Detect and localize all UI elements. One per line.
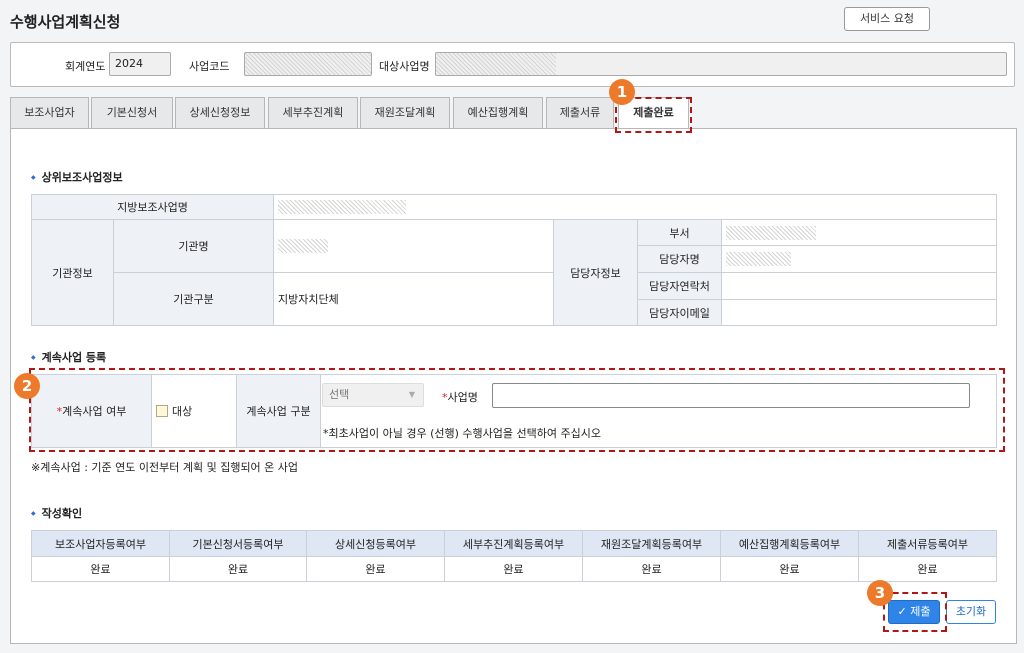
confirm-section-title: 작성확인 bbox=[31, 505, 82, 521]
tab-funding-plan[interactable]: 재원조달계획 bbox=[360, 97, 450, 128]
confirm-header: 예산집행계획등록여부 bbox=[720, 530, 859, 557]
confirm-value: 완료 bbox=[858, 556, 997, 582]
org-name-label: 기관명 bbox=[113, 219, 274, 273]
manager-name-value bbox=[721, 245, 997, 273]
org-type-label: 기관구분 bbox=[113, 272, 274, 326]
step-marker-3: 3 bbox=[867, 580, 893, 606]
tab-basic-application[interactable]: 기본신청서 bbox=[91, 97, 173, 128]
confirm-header: 기본신청서등록여부 bbox=[169, 530, 307, 557]
tab-documents[interactable]: 제출서류 bbox=[546, 97, 614, 128]
confirm-header: 보조사업자등록여부 bbox=[31, 530, 170, 557]
target-field[interactable] bbox=[435, 52, 1007, 76]
upper-section-title: 상위보조사업정보 bbox=[31, 169, 123, 185]
highlight-box-continuation bbox=[29, 368, 1005, 452]
email-label: 담당자이메일 bbox=[637, 299, 722, 326]
year-label: 회계연도 bbox=[65, 60, 106, 73]
confirm-value: 완료 bbox=[31, 556, 170, 582]
confirm-header: 제출서류등록여부 bbox=[858, 530, 997, 557]
confirm-value: 완료 bbox=[720, 556, 859, 582]
code-field[interactable] bbox=[244, 52, 372, 76]
year-field[interactable]: 2024 bbox=[109, 52, 171, 76]
org-name-value bbox=[273, 219, 554, 273]
step-marker-2: 2 bbox=[14, 373, 40, 399]
tab-applicant[interactable]: 보조사업자 bbox=[10, 97, 89, 128]
tab-budget-plan[interactable]: 예산집행계획 bbox=[453, 97, 543, 128]
local-name-label: 지방보조사업명 bbox=[31, 194, 274, 220]
dept-label: 부서 bbox=[637, 219, 722, 246]
confirm-value: 완료 bbox=[169, 556, 307, 582]
confirm-header: 상세신청등록여부 bbox=[306, 530, 445, 557]
org-info-label: 기관정보 bbox=[31, 219, 114, 326]
manager-name-label: 담당자명 bbox=[637, 245, 722, 273]
code-label: 사업코드 bbox=[189, 60, 230, 73]
cont-section-title: 계속사업 등록 bbox=[31, 349, 107, 365]
confirm-header: 세부추진계획등록여부 bbox=[444, 530, 583, 557]
reset-button[interactable]: 초기화 bbox=[946, 600, 996, 624]
cont-note: ※계속사업 : 기준 연도 이전부터 계획 및 집행되어 온 사업 bbox=[31, 461, 299, 474]
dept-value bbox=[721, 219, 997, 246]
highlight-box-submit bbox=[883, 592, 947, 632]
service-request-button[interactable]: 서비스 요청 bbox=[844, 7, 930, 31]
org-type-value: 지방자치단체 bbox=[273, 272, 554, 326]
target-label: 대상사업명 bbox=[379, 60, 430, 73]
tab-detail-info[interactable]: 상세신청정보 bbox=[175, 97, 265, 128]
confirm-value: 완료 bbox=[306, 556, 445, 582]
local-name-value bbox=[273, 194, 997, 220]
search-header: 회계연도 2024 사업코드 대상사업명 bbox=[10, 42, 1015, 87]
contact-value bbox=[721, 272, 997, 300]
email-value bbox=[721, 299, 997, 326]
tab-detail-plan[interactable]: 세부추진계획 bbox=[268, 97, 358, 128]
page-title: 수행사업계획신청 bbox=[10, 13, 121, 31]
step-marker-1: 1 bbox=[609, 79, 635, 105]
confirm-value: 완료 bbox=[444, 556, 583, 582]
confirm-header: 재원조달계획등록여부 bbox=[582, 530, 721, 557]
manager-info-label: 담당자정보 bbox=[553, 219, 638, 326]
confirm-value: 완료 bbox=[582, 556, 721, 582]
contact-label: 담당자연락처 bbox=[637, 272, 722, 300]
